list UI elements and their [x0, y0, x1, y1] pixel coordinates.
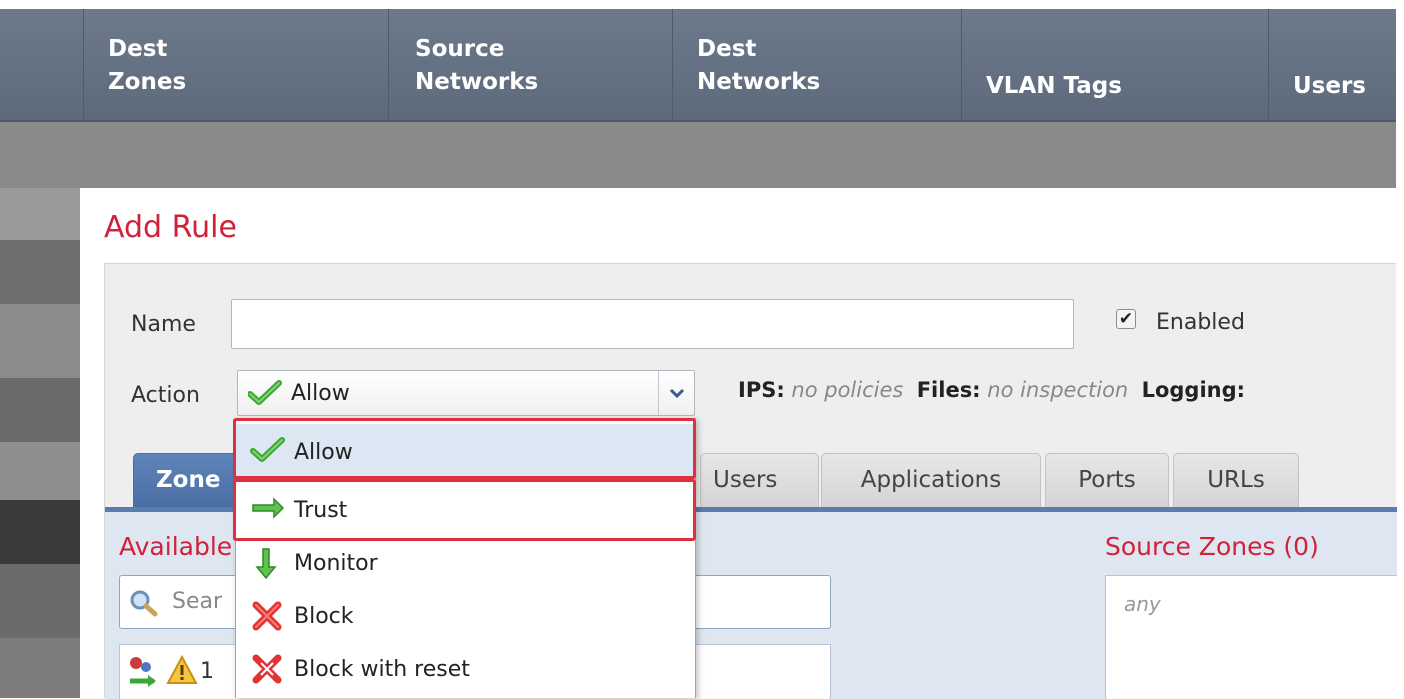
header-col-dest-zones[interactable]: Dest Zones [84, 9, 389, 122]
available-zones-label: Available [119, 532, 233, 561]
zone-icon [126, 653, 166, 697]
top-strip [0, 0, 1404, 9]
header-dest-zones-line2: Zones [108, 69, 187, 95]
highlight-allow [233, 418, 696, 479]
background-row [0, 378, 80, 442]
name-label: Name [131, 312, 196, 337]
name-field[interactable] [231, 299, 1074, 349]
tab-applications[interactable]: Applications [821, 453, 1041, 507]
tab-urls[interactable]: URLs [1173, 453, 1299, 507]
check-icon [247, 380, 282, 410]
rule-summary: IPS: no policies Files: no inspection Lo… [738, 378, 1245, 402]
rules-table-header: Dest Zones Source Networks Dest Networks… [0, 9, 1396, 122]
table-gray-band [0, 122, 1396, 188]
background-row [0, 638, 80, 698]
action-option-block[interactable]: Block [236, 588, 695, 642]
header-col-spacer [0, 9, 84, 122]
ips-value: no policies [791, 378, 904, 402]
action-option-label: Monitor [294, 551, 378, 576]
warning-icon [166, 654, 198, 689]
tab-users[interactable]: Users [700, 453, 819, 507]
header-col-source-networks[interactable]: Source Networks [389, 9, 673, 122]
action-label: Action [131, 383, 200, 408]
header-dest-networks-line2: Networks [697, 69, 821, 95]
dialog-title: Add Rule [104, 210, 237, 245]
source-zones-any: any [1124, 592, 1161, 616]
header-source-networks-line1: Source [415, 36, 505, 62]
background-row [0, 500, 80, 564]
ips-label: IPS: [738, 378, 785, 402]
source-zones-label: Source Zones (0) [1105, 532, 1319, 561]
tab-zones-label: Zone [156, 467, 221, 493]
chevron-down-icon[interactable] [658, 371, 694, 415]
zone-item-text: 1 [200, 659, 214, 684]
header-col-users[interactable]: Users [1269, 9, 1396, 122]
tab-users-label: Users [713, 467, 778, 493]
background-row [0, 240, 80, 304]
header-vlan-tags: VLAN Tags [986, 73, 1122, 99]
action-option-label: Block [294, 604, 354, 629]
background-row [0, 188, 80, 240]
background-row [0, 304, 80, 378]
arrow-down-icon [250, 547, 286, 583]
tab-ports[interactable]: Ports [1045, 453, 1169, 507]
action-option-monitor[interactable]: Monitor [236, 535, 695, 589]
right-edge [1396, 0, 1404, 698]
background-row [0, 564, 80, 638]
source-zones-list[interactable]: any [1105, 575, 1397, 699]
logging-label: Logging: [1141, 378, 1246, 402]
header-source-networks-line2: Networks [415, 69, 539, 95]
tab-urls-label: URLs [1207, 467, 1265, 493]
search-placeholder: Sear [172, 589, 223, 614]
enabled-checkbox[interactable]: ✔ [1116, 309, 1136, 329]
action-option-label: Block with reset [294, 657, 470, 682]
action-selected-value: Allow [291, 381, 350, 406]
header-col-vlan-tags[interactable]: VLAN Tags [962, 9, 1269, 122]
enabled-label: Enabled [1156, 310, 1245, 335]
tab-applications-label: Applications [860, 467, 1002, 493]
header-dest-networks-line1: Dest [697, 36, 757, 62]
header-dest-zones-line1: Dest [108, 36, 168, 62]
x-icon [250, 600, 286, 636]
action-option-block-with-reset[interactable]: Block with reset [236, 641, 695, 695]
background-row [0, 442, 80, 500]
action-select[interactable]: Allow [237, 370, 695, 416]
search-icon [128, 588, 160, 622]
header-users: Users [1293, 73, 1366, 99]
x-reset-icon [250, 653, 286, 689]
header-col-dest-networks[interactable]: Dest Networks [673, 9, 962, 122]
files-label: Files: [916, 378, 981, 402]
highlight-trust [233, 479, 696, 541]
files-value: no inspection [987, 378, 1129, 402]
tab-ports-label: Ports [1078, 467, 1136, 493]
